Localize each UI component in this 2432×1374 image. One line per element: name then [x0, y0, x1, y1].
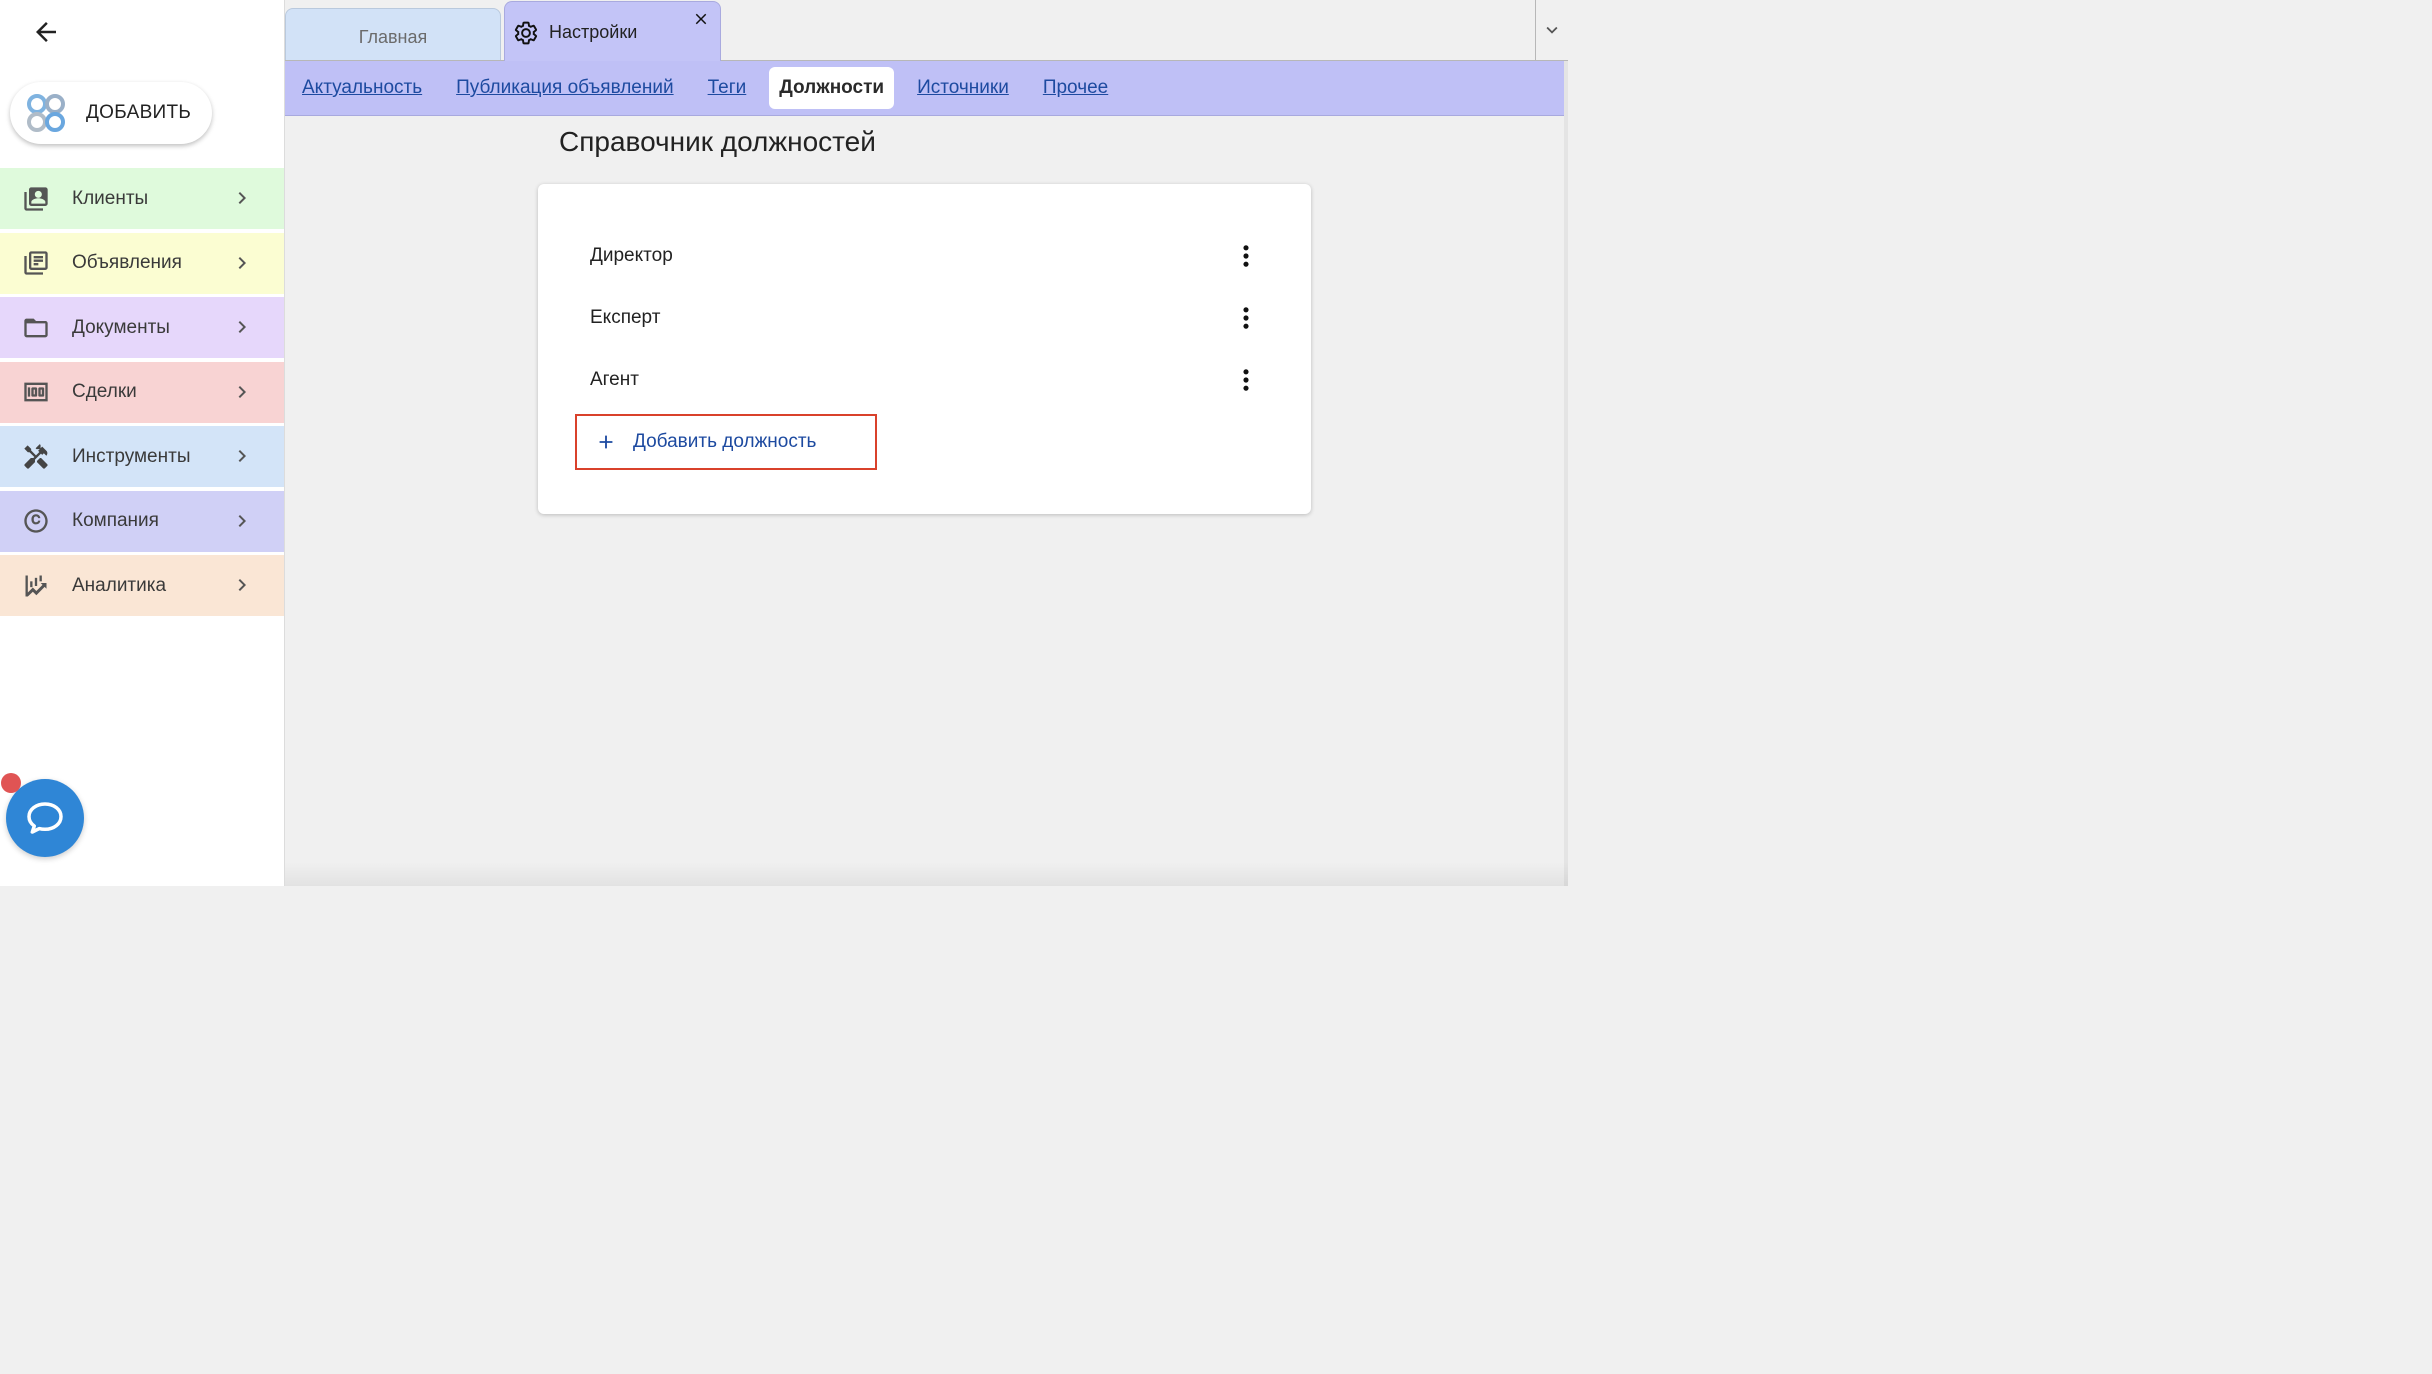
- subnav-link-tags[interactable]: Теги: [708, 77, 747, 99]
- subnav-link-sources[interactable]: Источники: [917, 77, 1009, 99]
- tab-home-label: Главная: [358, 27, 428, 47]
- chevron-right-icon: [238, 450, 246, 462]
- listings-icon: [22, 249, 50, 277]
- sidebar-item-tools[interactable]: Инструменты: [0, 426, 284, 487]
- more-vert-icon[interactable]: [1232, 304, 1260, 332]
- add-button[interactable]: ДОБАВИТЬ: [10, 82, 212, 144]
- add-position-button[interactable]: Добавить должность: [575, 414, 877, 470]
- close-icon[interactable]: [692, 10, 710, 28]
- sidebar-item-label: Документы: [72, 316, 170, 338]
- sidebar-item-analytics[interactable]: Аналитика: [0, 555, 284, 616]
- sidebar-item-deals[interactable]: Сделки: [0, 361, 284, 423]
- more-vert-icon[interactable]: [1232, 242, 1260, 270]
- bottom-shadow: [285, 862, 1568, 886]
- chevron-right-icon: [238, 192, 246, 204]
- chat-bubble-icon: [27, 802, 63, 834]
- back-arrow-icon[interactable]: [28, 14, 64, 50]
- tab-home[interactable]: Главная: [285, 8, 501, 60]
- list-item: Агент: [590, 360, 1260, 400]
- folder-icon: [22, 314, 50, 342]
- list-item: Директор: [590, 236, 1260, 276]
- tools-icon: [22, 443, 50, 471]
- add-position-label: Добавить должность: [633, 431, 817, 452]
- chevron-right-icon: [238, 321, 246, 333]
- sidebar-item-label: Сделки: [72, 381, 137, 402]
- position-name: Директор: [590, 245, 673, 266]
- add-button-label: ДОБАВИТЬ: [86, 102, 192, 123]
- sidebar-menu: Клиенты Объявления Документы Сделки Инст…: [0, 168, 284, 620]
- subnav-link-positions[interactable]: Должности: [769, 67, 895, 109]
- chevron-down-icon: [1546, 26, 1558, 34]
- position-name: Експерт: [590, 307, 661, 328]
- more-vert-icon[interactable]: [1232, 366, 1260, 394]
- chevron-right-icon: [238, 579, 246, 591]
- sidebar-item-documents[interactable]: Документы: [0, 297, 284, 358]
- tab-bar: Главная Настройки: [285, 0, 1568, 61]
- position-name: Агент: [590, 369, 639, 390]
- app-logo-icon: [27, 94, 65, 132]
- positions-card: Директор Експерт Агент Добавить должност…: [538, 184, 1311, 514]
- subnav-link-relevance[interactable]: Актуальность: [302, 77, 422, 99]
- sidebar-item-label: Инструменты: [72, 445, 191, 467]
- sidebar: ДОБАВИТЬ Клиенты Объявления Документы Сд…: [0, 0, 285, 886]
- plus-icon: [599, 435, 613, 449]
- sidebar-item-label: Аналитика: [72, 574, 167, 596]
- chat-button[interactable]: [6, 779, 84, 857]
- analytics-icon: [22, 572, 50, 600]
- list-item: Експерт: [590, 298, 1260, 338]
- subnav-link-publishing[interactable]: Публикация объявлений: [456, 77, 673, 99]
- chevron-right-icon: [238, 256, 246, 269]
- sidebar-item-label: Клиенты: [72, 187, 149, 209]
- sidebar-item-clients[interactable]: Клиенты: [0, 168, 284, 229]
- money-icon: [22, 378, 50, 406]
- tab-settings-label: Настройки: [549, 22, 638, 42]
- settings-subnav: Актуальность Публикация объявлений Теги …: [285, 61, 1564, 116]
- chevron-right-icon: [238, 514, 246, 527]
- chevron-right-icon: [238, 385, 246, 398]
- sidebar-item-label: Компания: [72, 510, 159, 531]
- tab-settings[interactable]: Настройки: [504, 1, 721, 61]
- sidebar-item-company[interactable]: Компания: [0, 490, 284, 552]
- tabs-dropdown-button[interactable]: [1535, 0, 1568, 60]
- notification-dot: [1, 773, 21, 793]
- gear-icon: [514, 21, 538, 45]
- copyright-icon: [22, 507, 50, 535]
- contacts-icon: [22, 185, 50, 213]
- scrollbar-track[interactable]: [1564, 61, 1568, 886]
- subnav-link-other[interactable]: Прочее: [1043, 77, 1108, 99]
- sidebar-item-listings[interactable]: Объявления: [0, 232, 284, 294]
- sidebar-item-label: Объявления: [72, 252, 182, 273]
- page-title: Справочник должностей: [559, 126, 876, 157]
